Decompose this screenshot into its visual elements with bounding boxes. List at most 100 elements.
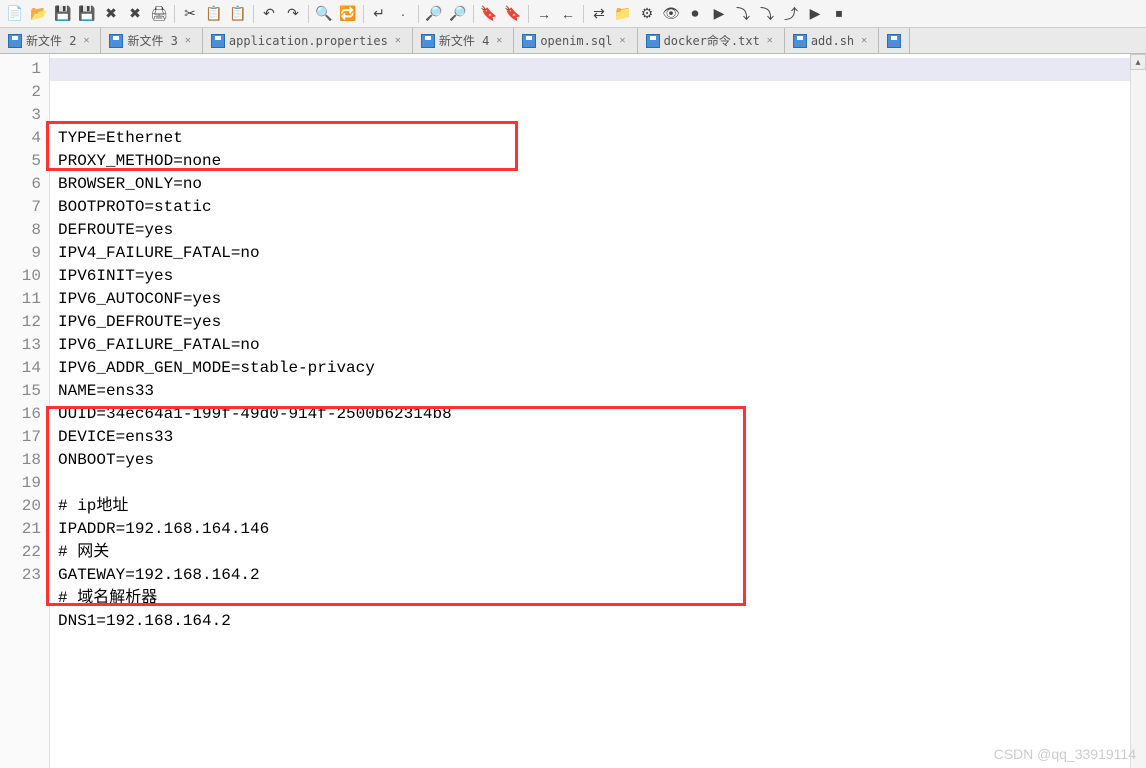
tab-label: add.sh <box>811 34 854 48</box>
save-all-button[interactable]: 💾 <box>76 3 98 25</box>
bookmark-button[interactable]: 🔖 <box>478 3 500 25</box>
file-tab[interactable]: add.sh ✕ <box>785 28 879 53</box>
close-tab-icon[interactable]: ✕ <box>80 35 92 47</box>
file-tab[interactable]: application.properties ✕ <box>203 28 413 53</box>
file-tab[interactable]: openim.sql✕ <box>514 28 637 53</box>
zoom-in-button[interactable]: 🔎 <box>423 3 445 25</box>
step-over-button[interactable]: ⤵ <box>732 3 754 25</box>
line-number: 7 <box>0 196 41 219</box>
line-number: 20 <box>0 495 41 518</box>
file-tab[interactable]: 新文件 4✕ <box>413 28 514 53</box>
code-line[interactable]: ONBOOT=yes <box>58 449 1138 472</box>
close-tab-icon[interactable]: ✕ <box>392 35 404 47</box>
toolbar-separator <box>174 5 175 23</box>
copy-button[interactable]: 📋 <box>203 3 225 25</box>
tab-label: 新文件 3 <box>127 32 177 49</box>
undo-button[interactable]: ↶ <box>258 3 280 25</box>
code-line[interactable]: IPV4_FAILURE_FATAL=no <box>58 242 1138 265</box>
close-tab-icon[interactable]: ✕ <box>493 35 505 47</box>
tab-label: application.properties <box>229 34 388 48</box>
outdent-button[interactable]: ← <box>557 3 579 25</box>
close-all-button[interactable]: ✖ <box>124 3 146 25</box>
code-line[interactable]: # 域名解析器 <box>58 587 1138 610</box>
line-number: 13 <box>0 334 41 357</box>
close-tab-icon[interactable]: ✕ <box>858 35 870 47</box>
code-line[interactable]: DEVICE=ens33 <box>58 426 1138 449</box>
close-tab-icon[interactable]: ✕ <box>182 35 194 47</box>
code-line[interactable]: UUID=34ec64a1-199f-49d0-914f-2500b62314b… <box>58 403 1138 426</box>
disk-icon <box>421 34 435 48</box>
code-line[interactable]: IPV6_AUTOCONF=yes <box>58 288 1138 311</box>
cut-button[interactable]: ✂ <box>179 3 201 25</box>
file-tab[interactable]: docker命令.txt ✕ <box>638 28 785 53</box>
code-line[interactable]: PROXY_METHOD=none <box>58 150 1138 173</box>
file-tab[interactable]: 新文件 2✕ <box>0 28 101 53</box>
code-line[interactable]: GATEWAY=192.168.164.2 <box>58 564 1138 587</box>
code-line[interactable]: # ip地址 <box>58 495 1138 518</box>
next-bookmark-button[interactable]: 🔖 <box>502 3 524 25</box>
code-line[interactable]: DNS1=192.168.164.2 <box>58 610 1138 633</box>
file-tab[interactable]: 新文件 3 ✕ <box>101 28 202 53</box>
code-line[interactable]: BROWSER_ONLY=no <box>58 173 1138 196</box>
run-button[interactable]: ▶ <box>804 3 826 25</box>
eye-button[interactable]: 👁 <box>660 3 682 25</box>
code-line[interactable]: BOOTPROTO=static <box>58 196 1138 219</box>
compare-button[interactable]: ⇄ <box>588 3 610 25</box>
code-line[interactable] <box>58 472 1138 495</box>
line-number: 2 <box>0 81 41 104</box>
folder-button[interactable]: 📁 <box>612 3 634 25</box>
tab-label: docker命令.txt <box>664 32 760 49</box>
toolbar-separator <box>308 5 309 23</box>
line-number: 5 <box>0 150 41 173</box>
code-line[interactable]: # 网关 <box>58 541 1138 564</box>
settings-button[interactable]: ⚙ <box>636 3 658 25</box>
code-content[interactable]: TYPE=EthernetPROXY_METHOD=noneBROWSER_ON… <box>50 54 1146 768</box>
line-number: 11 <box>0 288 41 311</box>
redo-button[interactable]: ↷ <box>282 3 304 25</box>
code-line[interactable]: TYPE=Ethernet <box>58 127 1138 150</box>
find-button[interactable]: 🔍 <box>313 3 335 25</box>
open-folder-button[interactable]: 📂 <box>28 3 50 25</box>
code-line[interactable]: IPV6_FAILURE_FATAL=no <box>58 334 1138 357</box>
code-line[interactable]: NAME=ens33 <box>58 380 1138 403</box>
line-number: 21 <box>0 518 41 541</box>
main-toolbar: 📄📂💾💾✖✖🖨✂📋📋↶↷🔍🔁↵·🔎🔎🔖🔖→←⇄📁⚙👁⏺▶⤵⤵⤴▶⏹ <box>0 0 1146 28</box>
step-out-button[interactable]: ⤴ <box>780 3 802 25</box>
line-number: 1 <box>0 58 41 81</box>
word-wrap-button[interactable]: ↵ <box>368 3 390 25</box>
code-line[interactable]: IPV6_ADDR_GEN_MODE=stable-privacy <box>58 357 1138 380</box>
code-line[interactable]: IPV6_DEFROUTE=yes <box>58 311 1138 334</box>
close-tab-icon[interactable]: ✕ <box>764 35 776 47</box>
replace-button[interactable]: 🔁 <box>337 3 359 25</box>
play-button[interactable]: ▶ <box>708 3 730 25</box>
scroll-up-button[interactable]: ▴ <box>1130 54 1146 70</box>
line-number: 6 <box>0 173 41 196</box>
code-line[interactable]: IPADDR=192.168.164.146 <box>58 518 1138 541</box>
stop-button[interactable]: ⏹ <box>828 3 850 25</box>
zoom-out-button[interactable]: 🔎 <box>447 3 469 25</box>
line-number: 22 <box>0 541 41 564</box>
step-into-button[interactable]: ⤵ <box>756 3 778 25</box>
line-number-gutter: 1234567891011121314151617181920212223 <box>0 54 50 768</box>
toolbar-separator <box>253 5 254 23</box>
code-line[interactable] <box>58 633 1138 656</box>
save-button[interactable]: 💾 <box>52 3 74 25</box>
vertical-scrollbar[interactable] <box>1130 70 1146 768</box>
line-number: 14 <box>0 357 41 380</box>
toolbar-separator <box>363 5 364 23</box>
indent-button[interactable]: → <box>533 3 555 25</box>
record-button[interactable]: ⏺ <box>684 3 706 25</box>
code-line[interactable]: IPV6INIT=yes <box>58 265 1138 288</box>
line-number: 4 <box>0 127 41 150</box>
watermark: CSDN @qq_33919114 <box>994 746 1136 762</box>
toolbar-separator <box>418 5 419 23</box>
code-line[interactable]: DEFROUTE=yes <box>58 219 1138 242</box>
new-file-button[interactable]: 📄 <box>4 3 26 25</box>
close-button[interactable]: ✖ <box>100 3 122 25</box>
line-number: 3 <box>0 104 41 127</box>
whitespace-button[interactable]: · <box>392 3 414 25</box>
print-button[interactable]: 🖨 <box>148 3 170 25</box>
close-tab-icon[interactable]: ✕ <box>617 35 629 47</box>
paste-button[interactable]: 📋 <box>227 3 249 25</box>
file-tab-overflow[interactable] <box>879 28 910 53</box>
